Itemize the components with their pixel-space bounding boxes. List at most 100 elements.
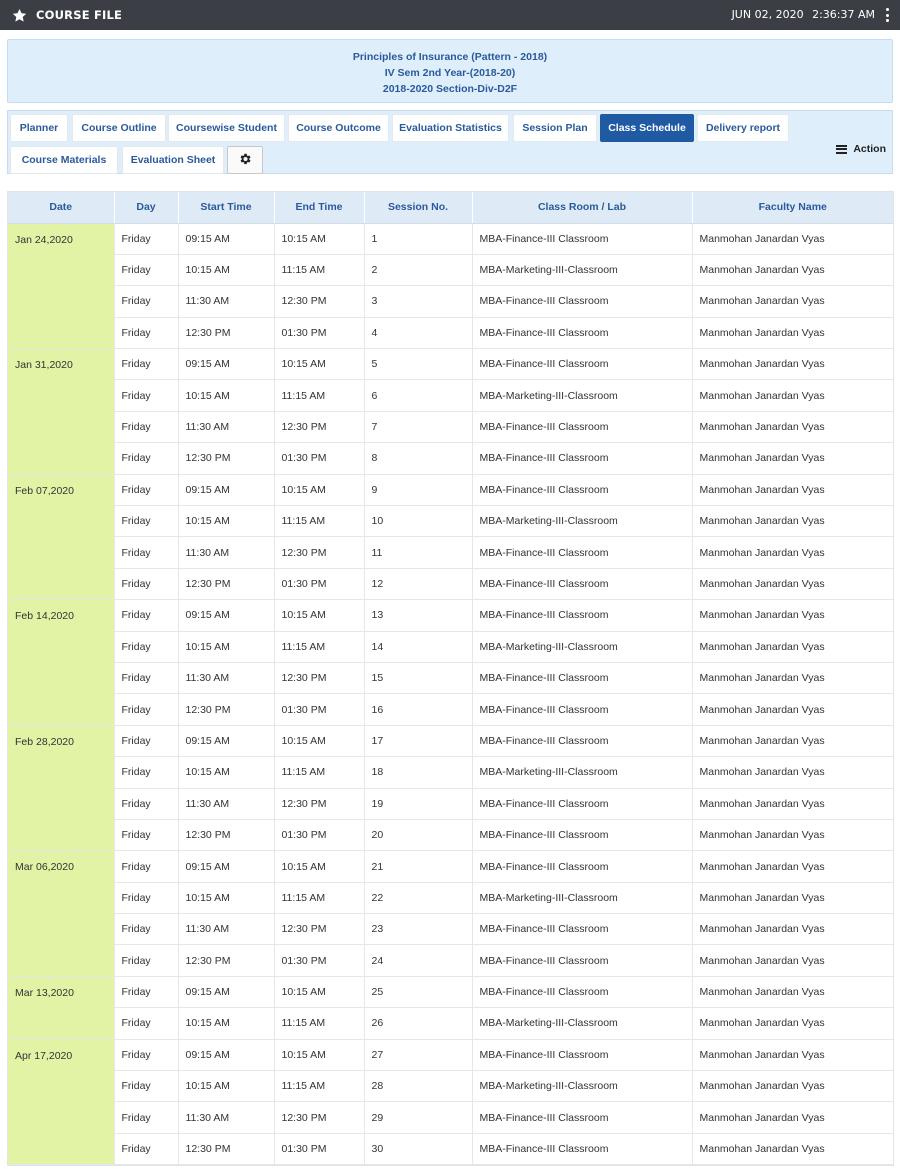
start-time-cell: 11:30 AM	[178, 411, 275, 444]
start-time-cell: 10:15 AM	[178, 1070, 275, 1103]
table-row: Friday 10:15 AM 11:15 AM 6 MBA-Marketing-III…	[8, 379, 893, 412]
tab-course-materials[interactable]: Course Materials	[10, 146, 118, 174]
class-room-cell: MBA-Finance-III Classroom	[472, 568, 693, 601]
start-time-cell: 10:15 AM	[178, 505, 275, 538]
tab-planner[interactable]: Planner	[10, 114, 68, 142]
start-time-cell: 11:30 AM	[178, 285, 275, 318]
datetime: JUN 02, 2020 2:36:37 AM	[727, 8, 875, 21]
class-room-cell: MBA-Finance-III Classroom	[472, 411, 693, 444]
end-time-cell: 10:15 AM	[274, 599, 365, 632]
tab-coursewise-student[interactable]: Coursewise Student	[168, 114, 285, 142]
day-cell: Friday	[114, 1007, 179, 1040]
column-header-end-time[interactable]: End Time	[274, 192, 365, 224]
class-schedule-table: Date Day Start Time End Time Session No.…	[7, 191, 894, 1167]
day-cell: Friday	[114, 976, 179, 1009]
app-title: COURSE FILE	[36, 8, 123, 22]
start-time-cell: 10:15 AM	[178, 631, 275, 663]
end-time-cell: 10:15 AM	[274, 1039, 365, 1072]
session-no-cell: 13	[364, 599, 473, 632]
tab-delivery-report[interactable]: Delivery report	[697, 114, 789, 142]
session-no-cell: 2	[364, 254, 473, 287]
class-room-cell: MBA-Finance-III Classroom	[472, 944, 693, 977]
class-room-cell: MBA-Finance-III Classroom	[472, 662, 693, 695]
start-time-cell: 11:30 AM	[178, 1101, 275, 1134]
date-cell: Feb 14,2020	[8, 599, 115, 726]
table-row: Feb 14,2020 Friday 09:15 AM 10:15 AM 13 MBA-F…	[8, 599, 893, 726]
end-time-cell: 12:30 PM	[274, 913, 365, 946]
day-cell: Friday	[114, 379, 179, 412]
class-room-cell: MBA-Finance-III Classroom	[472, 1039, 693, 1072]
day-cell: Friday	[114, 505, 179, 538]
session-no-cell: 7	[364, 411, 473, 444]
kebab-menu-icon[interactable]	[884, 8, 890, 22]
column-header-date[interactable]: Date	[8, 192, 115, 224]
class-room-cell: MBA-Finance-III Classroom	[472, 536, 693, 569]
session-no-cell: 27	[364, 1039, 473, 1072]
session-no-cell: 29	[364, 1101, 473, 1134]
session-no-cell: 10	[364, 505, 473, 538]
faculty-name-cell: Manmohan Janardan Vyas	[692, 850, 893, 883]
day-cell: Friday	[114, 442, 179, 475]
end-time-cell: 01:30 PM	[274, 1133, 365, 1166]
class-room-cell: MBA-Finance-III Classroom	[472, 348, 693, 381]
table-row: Friday 11:30 AM 12:30 PM 7 MBA-Finance-III C…	[8, 411, 893, 444]
settings-button[interactable]	[227, 146, 263, 174]
date-cell: Jan 24,2020	[8, 223, 115, 350]
end-time-cell: 01:30 PM	[274, 317, 365, 350]
start-time-cell: 09:15 AM	[178, 599, 275, 632]
end-time-cell: 10:15 AM	[274, 850, 365, 883]
tab-evaluation-sheet[interactable]: Evaluation Sheet	[122, 146, 224, 174]
action-menu-button[interactable]: Action	[836, 143, 886, 155]
session-no-cell: 18	[364, 756, 473, 789]
class-room-cell: MBA-Marketing-III-Classroom	[472, 254, 693, 287]
column-header-class-room[interactable]: Class Room / Lab	[472, 192, 693, 224]
start-time-cell: 09:15 AM	[178, 348, 275, 381]
faculty-name-cell: Manmohan Janardan Vyas	[692, 756, 893, 789]
class-room-cell: MBA-Finance-III Classroom	[472, 913, 693, 946]
table-row: Friday 11:30 AM 12:30 PM 23 MBA-Finance-III …	[8, 913, 893, 946]
tab-evaluation-statistics[interactable]: Evaluation Statistics	[392, 114, 509, 142]
faculty-name-cell: Manmohan Janardan Vyas	[692, 944, 893, 977]
session-no-cell: 17	[364, 725, 473, 758]
column-header-start-time[interactable]: Start Time	[178, 192, 275, 224]
table-row: Friday 11:30 AM 12:30 PM 11 MBA-Finance-III …	[8, 536, 893, 569]
end-time-cell: 11:15 AM	[274, 756, 365, 789]
session-no-cell: 16	[364, 693, 473, 726]
day-cell: Friday	[114, 944, 179, 977]
day-cell: Friday	[114, 662, 179, 695]
faculty-name-cell: Manmohan Janardan Vyas	[692, 599, 893, 632]
class-room-cell: MBA-Finance-III Classroom	[472, 1101, 693, 1134]
end-time-cell: 11:15 AM	[274, 505, 365, 538]
course-semester: IV Sem 2nd Year-(2018-20)	[384, 67, 516, 79]
class-room-cell: MBA-Finance-III Classroom	[472, 850, 693, 883]
tab-course-outcome[interactable]: Course Outcome	[288, 114, 389, 142]
faculty-name-cell: Manmohan Janardan Vyas	[692, 348, 893, 381]
tab-class-schedule[interactable]: Class Schedule	[600, 114, 694, 142]
star-icon[interactable]	[12, 7, 28, 23]
day-cell: Friday	[114, 913, 179, 946]
class-room-cell: MBA-Marketing-III-Classroom	[472, 882, 693, 915]
session-no-cell: 25	[364, 976, 473, 1009]
day-cell: Friday	[114, 536, 179, 569]
table-row: Apr 17,2020 Friday 09:15 AM 10:15 AM 27 MBA-F…	[8, 1039, 893, 1166]
end-time-cell: 11:15 AM	[274, 379, 365, 412]
end-time-cell: 12:30 PM	[274, 536, 365, 569]
current-date: JUN 02, 2020	[731, 8, 804, 21]
class-room-cell: MBA-Marketing-III-Classroom	[472, 1070, 693, 1103]
table-row: Friday 11:30 AM 12:30 PM 29 MBA-Finance-III …	[8, 1101, 893, 1134]
column-header-day[interactable]: Day	[114, 192, 179, 224]
column-header-faculty-name[interactable]: Faculty Name	[692, 192, 893, 224]
class-room-cell: MBA-Marketing-III-Classroom	[472, 379, 693, 412]
day-cell: Friday	[114, 693, 179, 726]
column-header-session-no[interactable]: Session No.	[364, 192, 473, 224]
start-time-cell: 12:30 PM	[178, 693, 275, 726]
tab-session-plan[interactable]: Session Plan	[513, 114, 597, 142]
top-bar: COURSE FILE JUN 02, 2020 2:36:37 AM	[0, 0, 900, 30]
table-row: Friday 11:30 AM 12:30 PM 3 MBA-Finance-III C…	[8, 285, 893, 318]
tab-course-outline[interactable]: Course Outline	[72, 114, 166, 142]
day-cell: Friday	[114, 223, 179, 255]
table-body: Jan 24,2020 Friday 09:15 AM 10:15 AM 1 MBA-Fi…	[8, 223, 893, 1166]
session-no-cell: 20	[364, 819, 473, 852]
table-row: Friday 12:30 PM 01:30 PM 8 MBA-Finance-III C…	[8, 442, 893, 475]
table-row: Friday 10:15 AM 11:15 AM 26 MBA-Marketing-II…	[8, 1007, 893, 1040]
